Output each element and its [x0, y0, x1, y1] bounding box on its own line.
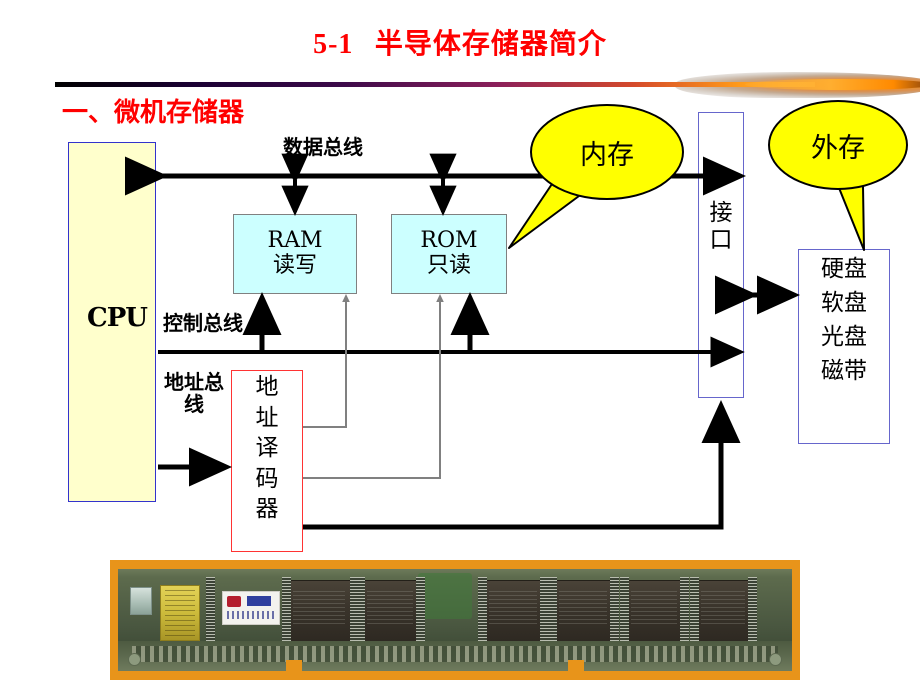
interface-label-text: 接口: [700, 200, 742, 254]
slide-canvas: 5-1 半导体存储器简介 一、微机存储器 CPU RAM 读写 ROM 只读 接…: [0, 0, 920, 690]
module-pin-band: [690, 577, 699, 643]
decoder-to-rom-line: [303, 298, 441, 479]
ram-name: RAM: [267, 228, 323, 254]
callout-inner-label: 内存: [580, 139, 634, 171]
memory-module-photo: [110, 560, 800, 680]
interface-label-text-char: 口: [709, 227, 733, 254]
module-dram-chip: [482, 580, 544, 642]
decoder-to-rom-arrowhead: [436, 294, 444, 302]
slide-title-text: 半导体存储器简介: [374, 27, 607, 60]
module-pin-band: [680, 577, 689, 643]
rom-desc: 只读: [426, 253, 471, 278]
module-pin-band: [356, 577, 365, 643]
callout-outer-bubble: 外存: [768, 100, 908, 190]
module-dram-chip: [552, 580, 614, 642]
module-pin-band: [206, 577, 215, 643]
ext-item-3: 磁带: [821, 358, 867, 385]
address-decoder-label-text-char: 译: [255, 435, 279, 462]
address-decoder-label-text: 地址译码器: [231, 372, 303, 525]
module-mount-hole: [769, 653, 782, 666]
module-pin-band: [478, 577, 487, 643]
address-decoder-label-text-char: 器: [255, 496, 279, 523]
module-pin-band: [416, 577, 425, 643]
sticker-logo-red: [227, 596, 241, 607]
address-decoder-label-text-char: 址: [255, 404, 279, 431]
module-pin-band: [548, 577, 557, 643]
module-pin-band: [610, 577, 619, 643]
cpu-label: CPU: [87, 303, 148, 333]
module-dram-chip: [286, 580, 352, 642]
sticker-logo-blue: [247, 596, 271, 606]
address-decoder-label: 地址译码器: [231, 372, 303, 525]
module-mount-hole: [128, 653, 141, 666]
divider-line: [55, 82, 815, 87]
external-storage-label: 硬盘 软盘 光盘 磁带: [798, 252, 890, 388]
decoder-to-ram-line: [303, 298, 347, 428]
ram-box: RAM 读写: [233, 214, 357, 294]
address-bus-label: 地址总线: [164, 370, 224, 417]
module-green-patch: [418, 573, 472, 619]
section-heading: 一、微机存储器: [62, 98, 245, 128]
ext-item-2: 光盘: [821, 324, 867, 351]
module-dram-chip: [360, 580, 420, 642]
module-pin-band: [620, 577, 629, 643]
memory-module-pcb: [118, 569, 792, 671]
callout-outer-label: 外存: [811, 132, 865, 164]
interface-box: [698, 112, 744, 398]
data-bus-label: 数据总线: [283, 135, 363, 159]
sticker-text-lines: [227, 611, 275, 619]
module-notch: [568, 660, 584, 671]
ext-item-1: 软盘: [821, 290, 867, 317]
module-contact-edge: [118, 641, 792, 671]
slide-title-number: 5-1: [313, 29, 354, 60]
rom-name: ROM: [420, 228, 478, 254]
interface-label: 接口: [700, 200, 742, 254]
module-label-sticker: [222, 591, 280, 625]
divider-lens-core: [745, 79, 920, 90]
interface-label-text-char: 接: [709, 200, 733, 226]
rom-box: ROM 只读: [391, 214, 507, 294]
address-decoder-label-text-char: 码: [255, 465, 279, 492]
module-pin-band: [282, 577, 291, 643]
control-bus-label: 控制总线: [163, 311, 243, 335]
address-decoder-label-text-char: 地: [255, 374, 279, 400]
decoder-to-interface-line: [303, 400, 741, 530]
decoder-to-ram-arrowhead: [342, 294, 350, 302]
module-silver-component: [130, 587, 152, 615]
module-gold-chip: [160, 585, 200, 641]
ext-item-0: 硬盘: [821, 256, 867, 282]
ram-desc: 读写: [272, 253, 317, 278]
module-dram-chip: [624, 580, 684, 642]
slide-title: 5-1 半导体存储器简介: [0, 22, 920, 62]
module-notch: [286, 660, 302, 671]
callout-inner-bubble: 内存: [530, 104, 684, 200]
